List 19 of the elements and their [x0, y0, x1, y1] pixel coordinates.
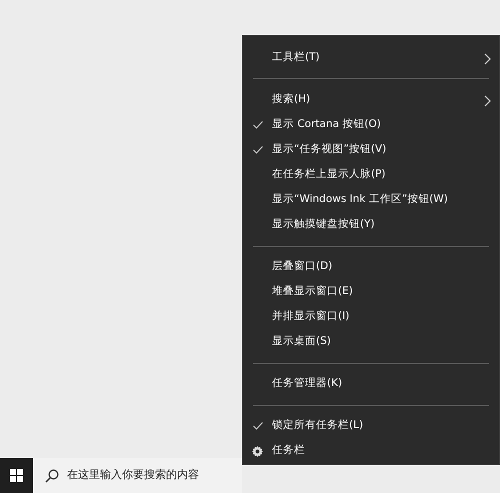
menu-item[interactable]: 显示触摸键盘按钮(Y): [243, 212, 499, 238]
menu-item[interactable]: 显示“Windows Ink 工作区”按钮(W): [243, 187, 499, 212]
menu-item[interactable]: 工具栏(T): [243, 45, 499, 70]
menu-item[interactable]: 显示桌面(S): [243, 330, 499, 355]
menu-item[interactable]: 显示 Cortana 按钮(O): [243, 112, 499, 138]
menu-item[interactable]: 任务栏: [243, 438, 499, 464]
start-button[interactable]: [0, 458, 33, 493]
menu-item[interactable]: 在任务栏上显示人脉(P): [243, 162, 499, 188]
menu-item[interactable]: 显示“任务视图”按钮(V): [243, 137, 499, 162]
menu-item[interactable]: 搜索(H): [243, 86, 499, 112]
menu-item[interactable]: 锁定所有任务栏(L): [243, 414, 499, 439]
menu-item[interactable]: 任务管理器(K): [243, 372, 499, 397]
menu-item[interactable]: 层叠窗口(D): [243, 254, 499, 280]
search-box[interactable]: 在这里输入你要搜索的内容: [33, 458, 242, 493]
menu-item[interactable]: 并排显示窗口(I): [243, 304, 499, 330]
menu-item[interactable]: 堆叠显示窗口(E): [243, 280, 499, 305]
windows-logo-icon: [10, 469, 23, 482]
search-icon: [45, 468, 59, 482]
gear-icon: [252, 446, 263, 457]
